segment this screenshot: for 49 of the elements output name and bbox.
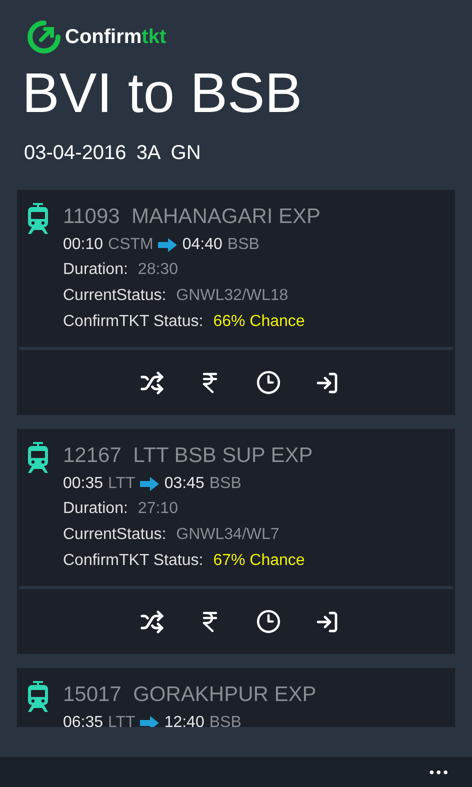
arrival-time: 03:45 bbox=[164, 474, 204, 494]
logo-icon bbox=[27, 20, 61, 54]
duration-label: Duration: bbox=[63, 499, 128, 519]
duration-value: 27:10 bbox=[138, 499, 178, 519]
status-label: CurrentStatus: bbox=[63, 525, 166, 545]
departure-time: 06:35 bbox=[63, 713, 104, 727]
duration-value: 28:30 bbox=[138, 260, 178, 280]
departure-station: LTT bbox=[108, 713, 136, 727]
status-value: GNWL34/WL7 bbox=[176, 525, 280, 545]
shuffle-button[interactable] bbox=[140, 609, 164, 634]
arrival-time: 04:40 bbox=[182, 235, 222, 255]
clock-button[interactable] bbox=[256, 609, 280, 634]
departure-station: CSTM bbox=[108, 235, 154, 255]
status-value: GNWL32/WL18 bbox=[176, 286, 288, 306]
clock-button[interactable] bbox=[256, 370, 280, 395]
chance-label: ConfirmTKT Status: bbox=[63, 551, 204, 571]
train-card[interactable]: 12167 LTT BSB SUP EXP 00:35 LTT 03:45 BSB Duration: 27:10 CurrentStatus: GNWL34/WL7 ConfirmTKT Status: 67% Chance bbox=[17, 429, 455, 654]
sign-in-button[interactable] bbox=[314, 609, 338, 634]
arrival-station: BSB bbox=[209, 713, 242, 727]
train-card[interactable]: 15017 GORAKHPUR EXP 06:35 LTT 12:40 BSB bbox=[17, 668, 455, 727]
more-button[interactable]: ••• bbox=[429, 765, 450, 779]
shuffle-button[interactable] bbox=[140, 370, 164, 395]
arrival-station: BSB bbox=[209, 474, 242, 494]
brand-logo: Confirmtkt bbox=[65, 25, 166, 50]
arrival-station: BSB bbox=[227, 235, 260, 255]
train-icon bbox=[27, 681, 49, 713]
arrow-right-icon bbox=[158, 238, 178, 252]
departure-time: 00:35 bbox=[63, 474, 104, 494]
sign-in-button[interactable] bbox=[314, 370, 338, 395]
train-icon bbox=[27, 203, 49, 235]
chance-value: 67% Chance bbox=[213, 551, 305, 571]
train-name: 11093 MAHANAGARI EXP bbox=[63, 204, 321, 230]
route-title: BVI to BSB bbox=[21, 60, 304, 126]
departure-time: 00:10 bbox=[63, 235, 104, 255]
arrow-right-icon bbox=[140, 476, 160, 490]
arrival-time: 12:40 bbox=[164, 713, 204, 727]
chance-label: ConfirmTKT Status: bbox=[63, 312, 204, 332]
journey-detail: 3A bbox=[136, 141, 161, 166]
duration-label: Duration: bbox=[63, 260, 128, 280]
status-label: CurrentStatus: bbox=[63, 286, 166, 306]
journey-detail: GN bbox=[170, 141, 201, 166]
train-name: 12167 LTT BSB SUP EXP bbox=[63, 443, 313, 469]
train-card[interactable]: 11093 MAHANAGARI EXP 00:10 CSTM 04:40 BSB Duration: 28:30 CurrentStatus: GNWL32/WL18 ConfirmTKT Status: 66% Chance bbox=[17, 190, 455, 415]
train-name: 15017 GORAKHPUR EXP bbox=[63, 682, 316, 708]
arrow-right-icon bbox=[140, 716, 160, 727]
journey-detail: 03-04-2016 bbox=[24, 141, 126, 166]
train-icon bbox=[27, 442, 49, 474]
chance-value: 66% Chance bbox=[213, 312, 305, 332]
departure-station: LTT bbox=[108, 474, 136, 494]
